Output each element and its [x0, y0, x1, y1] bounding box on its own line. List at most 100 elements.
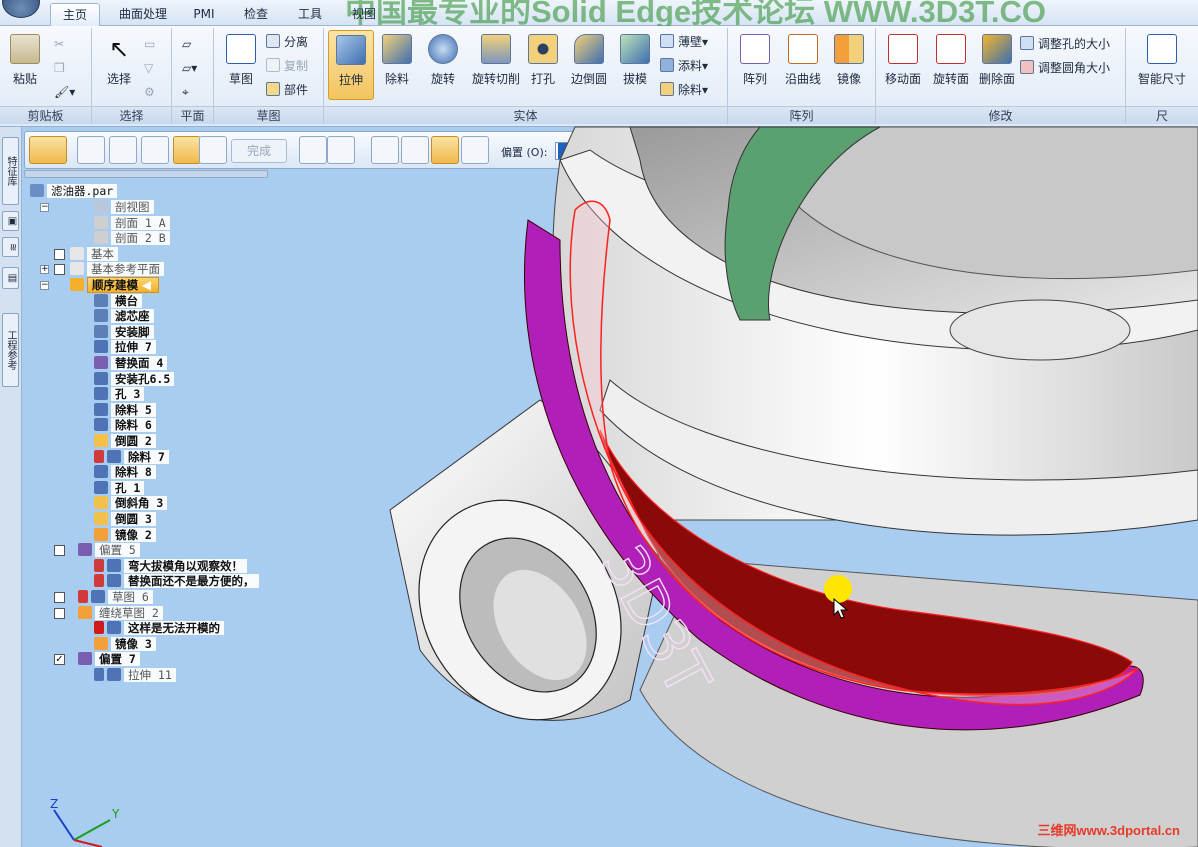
- tree-item-label: 剖面 2 B: [111, 231, 170, 246]
- tree-item[interactable]: 倒圆 2: [94, 434, 156, 449]
- tree-item[interactable]: 安装脚: [94, 324, 154, 340]
- tree-item-label: 除料 8: [111, 465, 156, 480]
- tree-item[interactable]: 偏置 7: [78, 652, 140, 667]
- tree-item[interactable]: 剖面 2 B: [94, 231, 170, 246]
- feature-icon: [107, 621, 121, 635]
- tree-item[interactable]: 镜像 3: [94, 636, 156, 652]
- collapse-toggle[interactable]: −: [40, 281, 49, 290]
- tree-item-checkbox[interactable]: [54, 264, 65, 276]
- feature-icon: [94, 418, 108, 432]
- feature-icon: [94, 465, 108, 479]
- tree-item-label: 基本: [87, 246, 118, 261]
- tree-item[interactable]: 替换面 4: [94, 356, 168, 371]
- status-flag-icon: [78, 590, 88, 603]
- tree-item[interactable]: 安装孔6.5: [94, 371, 175, 387]
- tree-item-checkbox[interactable]: ✓: [54, 654, 65, 666]
- tree-item[interactable]: 替换面还不是最方便的，: [94, 574, 259, 589]
- feature-icon: [78, 543, 92, 557]
- tree-item-label: 这样是无法开模的: [124, 621, 224, 636]
- feature-icon: [94, 434, 108, 447]
- tree-item[interactable]: 拉伸 11: [94, 668, 176, 683]
- feature-icon: [70, 262, 84, 276]
- tree-item[interactable]: 顺序建模 ◀: [70, 277, 159, 293]
- feature-icon: [94, 636, 108, 650]
- tree-item-label: 除料 7: [124, 449, 169, 464]
- feature-icon: [107, 574, 121, 588]
- tree-item-label: 倒圆 3: [111, 512, 156, 526]
- feature-icon: [78, 652, 92, 666]
- feature-icon: [94, 402, 108, 416]
- feature-icon: [94, 215, 108, 229]
- tree-item[interactable]: 偏置 5: [78, 543, 140, 558]
- tree-item-label: 剖视图: [111, 200, 154, 214]
- feature-icon: [70, 246, 84, 260]
- tree-item[interactable]: 剖面 1 A: [94, 215, 170, 231]
- feature-icon: [107, 558, 121, 572]
- tree-item[interactable]: 除料 5: [94, 402, 156, 418]
- feature-icon: [107, 668, 121, 681]
- feature-icon: [94, 340, 108, 354]
- tree-item-label: 草图 6: [108, 590, 153, 604]
- feature-icon: [94, 527, 108, 541]
- coordinate-triad: Z Y: [50, 797, 120, 847]
- tree-root-file[interactable]: 滤油器.par: [30, 184, 118, 199]
- tree-item[interactable]: 剖视图: [94, 200, 154, 215]
- mouse-cursor-icon: [833, 598, 849, 619]
- tree-item-label: 安装脚: [111, 324, 154, 339]
- tree-item-label: 滤芯座: [111, 309, 154, 324]
- tree-item-label: 替换面 4: [111, 356, 168, 370]
- tree-item-label: 基本参考平面: [87, 262, 164, 277]
- tree-item-label: 拉伸 11: [124, 668, 176, 682]
- tree-item-checkbox[interactable]: [54, 592, 65, 603]
- feature-icon: [91, 590, 105, 603]
- status-flag-icon: [94, 558, 104, 572]
- tree-item-label: 除料 5: [111, 402, 156, 417]
- tree-item[interactable]: 横台: [94, 293, 142, 309]
- feature-icon: [94, 371, 108, 385]
- expand-toggle[interactable]: +: [40, 265, 49, 275]
- tree-item-label: 偏置 7: [95, 652, 140, 667]
- tree-item[interactable]: 基本参考平面: [70, 262, 164, 277]
- feature-icon: [94, 512, 108, 525]
- tree-item-label: 倒斜角 3: [111, 496, 168, 511]
- feature-icon: [94, 356, 108, 369]
- tree-item[interactable]: 弯大拔模角以观察效！: [94, 558, 247, 574]
- tree-item[interactable]: 倒斜角 3: [94, 496, 168, 511]
- feature-icon: [94, 480, 108, 494]
- tree-item[interactable]: 这样是无法开模的: [94, 621, 224, 636]
- tree-item-label: 缠绕草图 2: [95, 605, 163, 620]
- tree-item-label: 镜像 2: [111, 527, 156, 542]
- tree-item[interactable]: 倒圆 3: [94, 512, 156, 527]
- watermark: 三维网www.3dportal.cn: [1037, 823, 1180, 838]
- tree-item-label: 除料 6: [111, 418, 156, 433]
- tree-item[interactable]: 孔 3: [94, 387, 145, 402]
- tree-item-label: 安装孔6.5: [111, 371, 175, 386]
- tree-item-label: 横台: [111, 293, 142, 308]
- tree-item-checkbox[interactable]: [54, 607, 65, 619]
- feature-icon: [94, 231, 108, 245]
- tree-item[interactable]: 除料 7: [94, 449, 169, 465]
- feature-icon: [78, 605, 92, 619]
- pointer-arrow-icon: ◀: [141, 278, 151, 292]
- part-file-icon: [30, 184, 44, 197]
- status-flag-icon: [94, 574, 104, 588]
- tree-item[interactable]: 除料 8: [94, 465, 156, 480]
- tree-item-checkbox[interactable]: [54, 545, 65, 557]
- tree-item[interactable]: 拉伸 7: [94, 340, 156, 355]
- tree-item[interactable]: 缠绕草图 2: [78, 605, 163, 621]
- tree-item-checkbox[interactable]: [54, 248, 65, 260]
- tree-item-label: 偏置 5: [95, 543, 140, 558]
- tree-item[interactable]: 孔 1: [94, 480, 145, 496]
- collapse-toggle[interactable]: −: [40, 203, 49, 212]
- tree-item[interactable]: 滤芯座: [94, 309, 154, 324]
- status-flag-icon: [94, 668, 104, 681]
- tree-item[interactable]: 除料 6: [94, 418, 156, 433]
- tree-item[interactable]: 草图 6: [78, 590, 153, 605]
- tree-item-label: 剖面 1 A: [111, 215, 170, 230]
- tree-item-label: 拉伸 7: [111, 340, 156, 355]
- tree-item[interactable]: 镜像 2: [94, 527, 156, 543]
- tree-item-label: 孔 1: [111, 480, 145, 495]
- feature-icon: [94, 387, 108, 401]
- tree-item[interactable]: 基本: [70, 246, 118, 262]
- pathfinder-tree: 滤油器.par − 剖视图 剖面 1 A 剖面 2 B 基本 + 基本参考平面 − 顺序建模 ◀ 横台…: [26, 182, 276, 682]
